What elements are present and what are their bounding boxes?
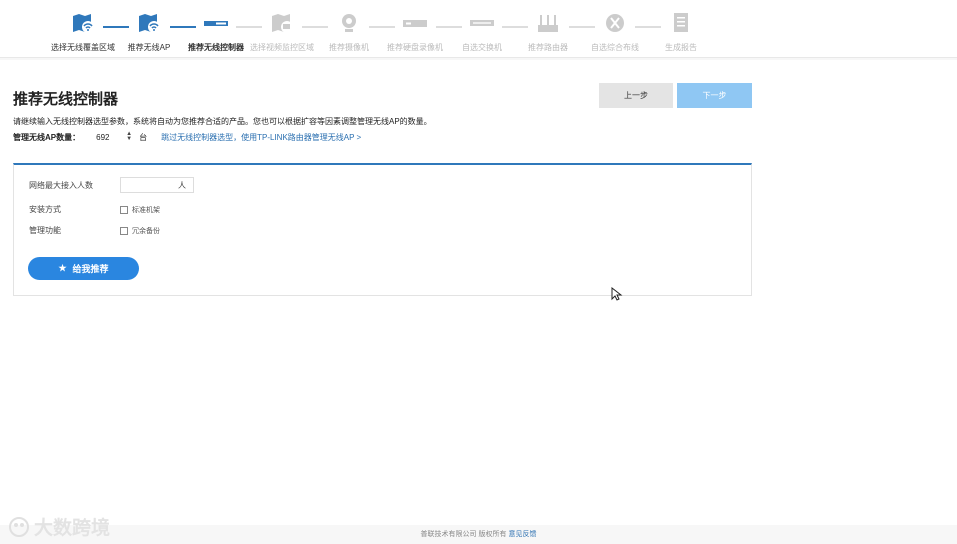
recommend-button-label: 给我推荐	[72, 264, 109, 274]
map-wifi-icon	[73, 14, 94, 33]
report-icon	[674, 13, 688, 32]
nvr-icon	[403, 20, 427, 27]
star-icon: ★	[58, 263, 67, 273]
ap-count-stepper[interactable]: 692 ▲ ▼	[86, 129, 137, 145]
manage-label: 管理功能	[29, 226, 61, 235]
watermark-logo-icon	[9, 516, 29, 537]
copyright-text: 普联技术有限公司 版权所有	[420, 531, 507, 538]
step-generate-report[interactable]: 生成报告	[641, 12, 721, 53]
footer: 普联技术有限公司 版权所有 意见反馈	[0, 525, 957, 544]
main-panel: 推荐无线控制器 上一步 下一步 请继续输入无线控制器选型参数，系统将自动为您推荐…	[0, 60, 957, 525]
install-label: 安装方式	[29, 205, 61, 214]
controller-icon	[204, 21, 228, 26]
ap-count-value: 692	[96, 132, 110, 142]
max-users-row: 网络最大接入人数 人	[29, 177, 194, 193]
skip-controller-link[interactable]: 跳过无线控制器选型，使用TP-LINK路由器管理无线AP >	[161, 132, 361, 143]
feedback-link[interactable]: 意见反馈	[508, 531, 536, 538]
ap-count-unit: 台	[139, 132, 148, 142]
map-camera-icon	[272, 14, 293, 33]
manage-row: 管理功能 冗余备份	[29, 225, 160, 236]
max-users-label: 网络最大接入人数	[29, 180, 93, 190]
step-label: 生成报告	[665, 43, 697, 52]
max-users-unit: 人	[178, 180, 186, 190]
map-ap-icon	[139, 14, 160, 33]
checkbox-icon[interactable]	[120, 226, 128, 235]
recommend-button[interactable]: ★ 给我推荐	[28, 257, 139, 280]
cabling-icon	[606, 14, 624, 32]
checkbox-icon[interactable]	[120, 205, 128, 214]
mouse-cursor-icon	[611, 287, 623, 301]
switch-icon	[470, 20, 494, 26]
router-icon	[538, 15, 558, 32]
prev-step-button[interactable]: 上一步	[599, 83, 673, 108]
controller-params-card: 网络最大接入人数 人 安装方式 标准机架 管理功能 冗余备份 ★ 给我推荐	[13, 163, 752, 296]
ap-count-row: 管理无线AP数量： 692 ▲ ▼ 台 跳过无线控制器选型，使用TP-LINK路由…	[13, 129, 361, 145]
max-users-input[interactable]: 人	[120, 177, 194, 193]
install-rack-checkbox[interactable]: 标准机架	[120, 205, 160, 215]
redundant-backup-checkbox[interactable]: 冗余备份	[120, 226, 160, 236]
wizard-stepper: 选择无线覆盖区域 推荐无线AP 推荐无线控制器 选择视频监控区域 推荐摄像机 推…	[0, 0, 957, 58]
watermark: 大数跨境	[8, 513, 110, 540]
redundant-backup-label: 冗余备份	[132, 227, 160, 235]
watermark-text: 大数跨境	[34, 518, 111, 539]
ap-count-label: 管理无线AP数量：	[13, 132, 81, 142]
install-row: 安装方式 标准机架	[29, 204, 160, 215]
page-title: 推荐无线控制器	[13, 91, 119, 108]
spinner-arrows-icon[interactable]: ▲ ▼	[126, 131, 132, 142]
camera-icon	[342, 14, 356, 32]
next-step-button[interactable]: 下一步	[677, 83, 752, 108]
install-rack-label: 标准机架	[132, 206, 160, 214]
page-description: 请继续输入无线控制器选型参数，系统将自动为您推荐合适的产品。您也可以根据扩容等因…	[13, 117, 432, 126]
